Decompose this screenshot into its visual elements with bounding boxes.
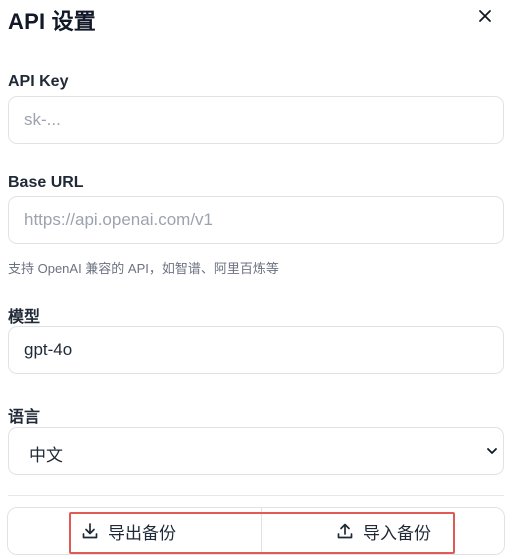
close-icon	[479, 10, 491, 22]
import-backup-button[interactable]: 导入备份	[335, 508, 431, 554]
language-label: 语言	[8, 409, 41, 426]
dialog-title: API 设置	[8, 9, 96, 34]
upload-icon	[335, 521, 355, 541]
base-url-input[interactable]	[8, 196, 504, 244]
divider	[8, 495, 504, 496]
base-url-hint: 支持 OpenAI 兼容的 API，如智谱、阿里百炼等	[8, 261, 279, 276]
api-key-label: API Key	[8, 73, 69, 90]
chevron-down-icon	[487, 448, 497, 454]
button-separator	[261, 508, 262, 554]
download-icon	[80, 521, 100, 541]
close-button[interactable]	[474, 5, 496, 27]
language-selected-value: 中文	[29, 446, 63, 465]
export-backup-button[interactable]: 导出备份	[80, 508, 176, 554]
api-key-input[interactable]	[8, 96, 504, 144]
export-backup-label: 导出备份	[108, 523, 176, 543]
model-label: 模型	[8, 309, 41, 326]
model-input[interactable]	[8, 326, 504, 374]
base-url-label: Base URL	[8, 174, 84, 191]
language-select[interactable]: 中文	[8, 427, 504, 475]
backup-button-group: 导出备份 导入备份	[7, 507, 505, 555]
import-backup-label: 导入备份	[363, 523, 431, 543]
